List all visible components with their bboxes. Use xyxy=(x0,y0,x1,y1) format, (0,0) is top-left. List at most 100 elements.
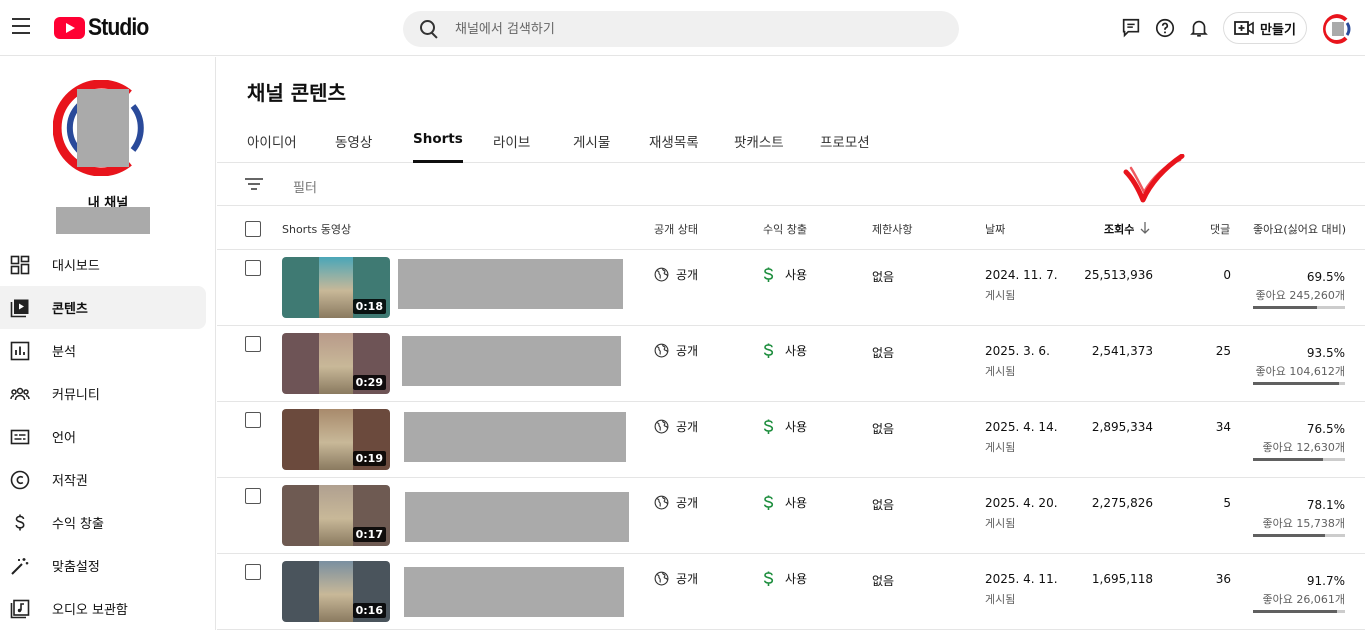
bell-icon[interactable] xyxy=(1188,17,1210,39)
sidebar-item-monetization[interactable]: 수익 창출 xyxy=(0,501,216,544)
video-duration: 0:19 xyxy=(352,451,386,466)
visibility-cell[interactable]: 공개 xyxy=(654,266,698,283)
table-row[interactable]: 0:29 공개 사용 없음 2025. 3. 6. 게시됨 2,541,373 … xyxy=(217,326,1365,402)
sidebar-item-label: 콘텐츠 xyxy=(52,302,88,317)
sidebar-item-audio-library[interactable]: 오디오 보관함 xyxy=(0,587,216,630)
video-title-redacted[interactable] xyxy=(404,412,626,462)
likes-ratio-fill xyxy=(1253,306,1317,309)
video-title-redacted[interactable] xyxy=(398,259,623,309)
filter-icon[interactable] xyxy=(245,177,263,191)
search-bar[interactable] xyxy=(403,11,959,47)
sidebar-item-analytics[interactable]: 분석 xyxy=(0,329,216,372)
visibility-cell[interactable]: 공개 xyxy=(654,570,698,587)
visibility-cell[interactable]: 공개 xyxy=(654,342,698,359)
column-header-date[interactable]: 날짜 xyxy=(985,221,1005,237)
monetization-cell[interactable]: 사용 xyxy=(763,570,807,587)
account-avatar[interactable] xyxy=(1323,14,1353,44)
select-all-checkbox[interactable] xyxy=(245,221,261,237)
menu-icon[interactable] xyxy=(12,18,30,36)
top-bar: Studio 만들기 xyxy=(0,0,1365,56)
channel-avatar[interactable] xyxy=(52,79,149,177)
video-title-redacted[interactable] xyxy=(404,567,624,617)
sidebar-item-label: 수익 창출 xyxy=(52,517,104,532)
dollar-icon xyxy=(763,267,774,282)
likes-count: 좋아요 15,738개 xyxy=(1262,517,1345,530)
row-checkbox[interactable] xyxy=(245,412,261,428)
date-value: 2024. 11. 7. xyxy=(985,268,1058,282)
column-header-comments[interactable]: 댓글 xyxy=(1210,221,1230,237)
sidebar-item-label: 커뮤니티 xyxy=(52,388,100,403)
video-thumbnail[interactable]: 0:16 xyxy=(282,561,390,622)
likes-percent: 69.5% xyxy=(1306,270,1345,284)
monetization-cell[interactable]: 사용 xyxy=(763,266,807,283)
likes-ratio-bar xyxy=(1253,534,1345,537)
channel-name-redacted xyxy=(56,207,150,234)
row-checkbox[interactable] xyxy=(245,488,261,504)
likes-count: 좋아요 26,061개 xyxy=(1262,593,1345,606)
visibility-cell[interactable]: 공개 xyxy=(654,418,698,435)
date-value: 2025. 3. 6. xyxy=(985,344,1050,358)
sidebar-item-community[interactable]: 커뮤니티 xyxy=(0,372,216,415)
column-header-views[interactable]: 조회수 xyxy=(1104,221,1134,237)
video-thumbnail[interactable]: 0:19 xyxy=(282,409,390,470)
column-header-likes[interactable]: 좋아요(싫어요 대비) xyxy=(1253,221,1346,237)
visibility-cell[interactable]: 공개 xyxy=(654,494,698,511)
table-row[interactable]: 0:16 공개 사용 없음 2025. 4. 11. 게시됨 1,695,118… xyxy=(217,554,1365,630)
sidebar-item-label: 분석 xyxy=(52,345,76,360)
tab-playlists[interactable]: 재생목록 xyxy=(649,131,699,163)
sidebar-item-dashboard[interactable]: 대시보드 xyxy=(0,243,216,286)
sidebar-item-subtitles[interactable]: 언어 xyxy=(0,415,216,458)
page-title: 채널 콘텐츠 xyxy=(247,81,346,105)
table-row[interactable]: 0:18 공개 사용 없음 2024. 11. 7. 게시됨 25,513,93… xyxy=(217,250,1365,326)
filter-input[interactable]: 필터 xyxy=(293,177,317,196)
thumbnail-image xyxy=(319,409,353,470)
monetization-cell[interactable]: 사용 xyxy=(763,342,807,359)
video-thumbnail[interactable]: 0:18 xyxy=(282,257,390,318)
globe-icon xyxy=(654,267,669,282)
tab-promotions[interactable]: 프로모션 xyxy=(820,131,870,163)
monetization-value: 사용 xyxy=(785,420,808,434)
studio-logo[interactable]: Studio xyxy=(54,14,157,42)
likes-ratio-bar xyxy=(1253,306,1345,309)
table-row[interactable]: 0:19 공개 사용 없음 2025. 4. 14. 게시됨 2,895,334… xyxy=(217,402,1365,478)
tab-podcasts[interactable]: 팟캐스트 xyxy=(734,131,784,163)
row-checkbox[interactable] xyxy=(245,564,261,580)
magic-wand-icon xyxy=(11,558,29,575)
video-thumbnail[interactable]: 0:17 xyxy=(282,485,390,546)
sidebar-item-label: 오디오 보관함 xyxy=(52,603,128,618)
row-checkbox[interactable] xyxy=(245,260,261,276)
sort-down-arrow-icon[interactable] xyxy=(1139,221,1151,235)
help-icon[interactable] xyxy=(1154,17,1176,39)
sidebar-item-copyright[interactable]: 저작권 xyxy=(0,458,216,501)
visibility-value: 공개 xyxy=(676,496,699,510)
date-status: 게시됨 xyxy=(985,365,1016,378)
video-title-redacted[interactable] xyxy=(405,492,629,542)
monetization-cell[interactable]: 사용 xyxy=(763,418,807,435)
search-input[interactable] xyxy=(455,21,935,37)
visibility-value: 공개 xyxy=(676,268,699,282)
sidebar-item-content[interactable]: 콘텐츠 xyxy=(0,286,206,329)
comments-value: 25 xyxy=(1215,344,1231,358)
monetization-cell[interactable]: 사용 xyxy=(763,494,807,511)
search-icon[interactable] xyxy=(420,20,438,38)
restrictions-value: 없음 xyxy=(872,574,895,588)
tab-ideas[interactable]: 아이디어 xyxy=(247,131,297,163)
comments-value: 34 xyxy=(1215,420,1231,434)
video-title-redacted[interactable] xyxy=(402,336,621,386)
row-checkbox[interactable] xyxy=(245,336,261,352)
monetization-value: 사용 xyxy=(785,268,808,282)
create-button[interactable]: 만들기 xyxy=(1223,12,1307,44)
tab-shorts[interactable]: Shorts xyxy=(413,131,463,163)
tab-live[interactable]: 라이브 xyxy=(493,131,530,163)
tab-posts[interactable]: 게시물 xyxy=(573,131,610,163)
column-header-video: Shorts 동영상 xyxy=(282,223,352,236)
sidebar-item-customization[interactable]: 맞춤설정 xyxy=(0,544,216,587)
likes-ratio-fill xyxy=(1253,382,1340,385)
video-thumbnail[interactable]: 0:29 xyxy=(282,333,390,394)
feedback-icon[interactable] xyxy=(1120,17,1142,39)
table-row[interactable]: 0:17 공개 사용 없음 2025. 4. 20. 게시됨 2,275,826… xyxy=(217,478,1365,554)
likes-percent: 91.7% xyxy=(1306,574,1345,588)
dollar-icon xyxy=(763,419,774,434)
video-duration: 0:18 xyxy=(352,299,386,314)
tab-videos[interactable]: 동영상 xyxy=(335,131,372,163)
